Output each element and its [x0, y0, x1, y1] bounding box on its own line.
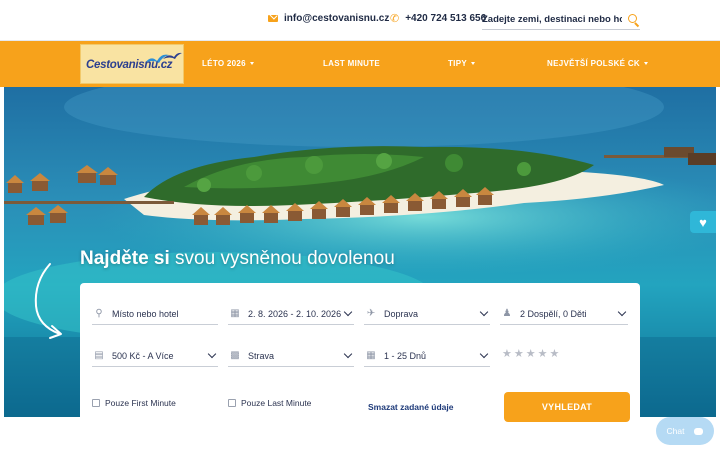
price-select[interactable]: ▤ 500 Kč - A Více — [92, 345, 218, 367]
search-panel: ⚲ Místo nebo hotel ▦ 2. 8. 2026 - 2. 10.… — [80, 283, 640, 423]
heart-icon: ♥ — [699, 214, 707, 230]
nav-item-tipy[interactable]: TIPY — [448, 59, 475, 68]
transport-select[interactable]: ✈ Doprava — [364, 303, 490, 325]
travelers-select[interactable]: ♟ 2 Dospělí, 0 Děti — [500, 303, 628, 325]
headline-bold: Najděte si — [80, 248, 170, 269]
clear-filters-link[interactable]: Smazat zadané údaje — [368, 402, 454, 412]
checkbox-box[interactable] — [92, 399, 100, 407]
star-icon[interactable]: ★ — [550, 347, 560, 360]
meal-icon: ▩ — [230, 350, 240, 361]
nav-item-label: LAST MINUTE — [323, 59, 381, 68]
duration-select[interactable]: ▦ 1 - 25 Dnů — [364, 345, 490, 367]
star-rating[interactable]: ★ ★ ★ ★ ★ — [502, 347, 559, 360]
main-nav: Cestovanisnu.cz LÉTO 2026 LAST MINUTE TI… — [0, 40, 720, 87]
calendar-days-icon: ▦ — [366, 350, 376, 361]
date-range-value: 2. 8. 2026 - 2. 10. 2026 — [248, 308, 342, 319]
phone-contact[interactable]: ✆ +420 724 513 656 — [390, 13, 486, 24]
search-input[interactable] — [482, 14, 622, 25]
top-bar: info@cestovanisnu.cz ✆ +420 724 513 656 — [0, 0, 720, 40]
last-minute-checkbox[interactable]: Pouze Last Minute — [228, 398, 311, 408]
transport-value: Doprava — [384, 308, 419, 319]
mail-icon — [268, 15, 278, 22]
place-field[interactable]: ⚲ Místo nebo hotel — [92, 303, 218, 325]
logo-text: Cestovanisnu.cz — [86, 59, 173, 71]
chat-label: Chat — [666, 426, 685, 436]
chevron-down-icon — [479, 307, 489, 317]
headline-rest: svou vysněnou dovolenou — [175, 248, 395, 269]
star-icon[interactable]: ★ — [526, 347, 536, 360]
chat-widget-button[interactable]: Chat — [656, 417, 714, 445]
caret-down-icon — [643, 62, 648, 65]
star-icon[interactable]: ★ — [502, 347, 512, 360]
star-icon[interactable]: ★ — [538, 347, 548, 360]
favorites-heart-button[interactable]: ♥ — [690, 211, 716, 233]
chevron-down-icon — [207, 349, 217, 359]
first-minute-label: Pouze First Minute — [105, 398, 176, 408]
nav-item-leto-2026[interactable]: LÉTO 2026 — [202, 59, 254, 68]
nav-item-polske-ck[interactable]: NEJVĚTŠÍ POLSKÉ CK — [547, 59, 648, 68]
email-text[interactable]: info@cestovanisnu.cz — [284, 13, 389, 24]
search-submit-button[interactable]: VYHLEDAT — [504, 392, 630, 422]
email-contact[interactable]: info@cestovanisnu.cz — [268, 13, 389, 24]
first-minute-checkbox[interactable]: Pouze First Minute — [92, 398, 176, 408]
search-icon[interactable] — [628, 13, 640, 26]
caret-down-icon — [249, 62, 254, 65]
chat-bubble-icon — [694, 427, 704, 435]
board-select[interactable]: ▩ Strava — [228, 345, 354, 367]
travelers-value: 2 Dospělí, 0 Děti — [520, 308, 587, 319]
curved-arrow-icon — [34, 263, 62, 339]
calendar-icon: ▦ — [230, 308, 240, 319]
plane-icon: ✈ — [366, 308, 376, 319]
logo[interactable]: Cestovanisnu.cz — [80, 44, 184, 84]
chevron-down-icon — [479, 349, 489, 359]
date-range-field[interactable]: ▦ 2. 8. 2026 - 2. 10. 2026 — [228, 303, 354, 325]
money-icon: ▤ — [94, 350, 104, 361]
chevron-down-icon — [343, 307, 353, 317]
chevron-down-icon — [617, 307, 627, 317]
map-pin-icon: ⚲ — [95, 308, 103, 319]
people-icon: ♟ — [502, 308, 512, 319]
price-value: 500 Kč - A Více — [112, 350, 174, 361]
board-value: Strava — [248, 350, 275, 361]
nav-item-label: TIPY — [448, 59, 467, 68]
checkbox-box[interactable] — [228, 399, 236, 407]
nav-item-last-minute[interactable]: LAST MINUTE — [323, 59, 380, 68]
nav-item-label: NEJVĚTŠÍ POLSKÉ CK — [547, 59, 640, 68]
hero-headline: Najděte si svou vysněnou dovolenou — [80, 248, 395, 270]
phone-text[interactable]: +420 724 513 656 — [405, 13, 486, 24]
nav-item-label: LÉTO 2026 — [202, 59, 246, 68]
duration-value: 1 - 25 Dnů — [384, 350, 427, 361]
place-value: Místo nebo hotel — [112, 308, 179, 319]
last-minute-label: Pouze Last Minute — [241, 398, 312, 408]
caret-down-icon — [470, 62, 475, 65]
phone-icon: ✆ — [390, 12, 400, 25]
star-icon[interactable]: ★ — [514, 347, 524, 360]
chevron-down-icon — [343, 349, 353, 359]
site-search — [482, 10, 640, 30]
